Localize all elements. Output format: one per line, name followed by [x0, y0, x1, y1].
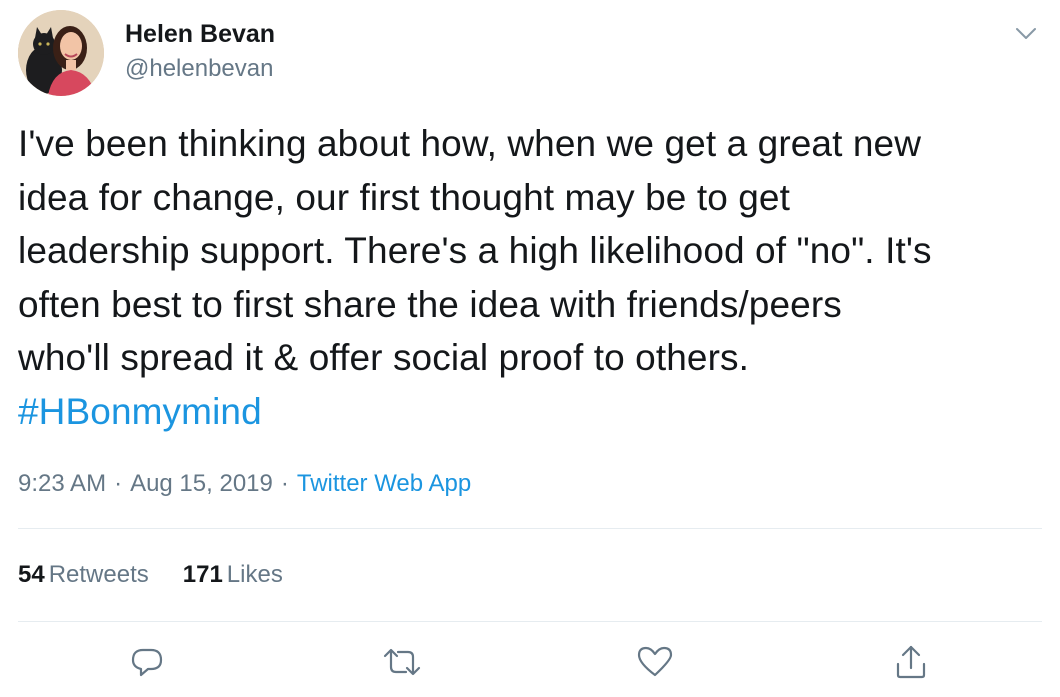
author-display-name[interactable]: Helen Bevan [125, 20, 275, 49]
like-button[interactable] [633, 640, 677, 684]
like-heart-icon [637, 646, 673, 677]
meta-separator: · [280, 470, 289, 497]
share-icon [896, 645, 926, 679]
likes-label: Likes [226, 561, 283, 588]
tweet-text-line: often best to first share the idea with … [18, 283, 842, 325]
divider [18, 528, 1042, 529]
hashtag-link[interactable]: #HBonmymind [18, 391, 262, 432]
retweets-stat[interactable]: 54 Retweets [18, 561, 149, 589]
tweet-time[interactable]: 9:23 AM [18, 470, 106, 497]
tweet-actions [0, 640, 1060, 690]
tweet-meta: 9:23 AM · Aug 15, 2019 · Twitter Web App [18, 470, 471, 498]
likes-stat[interactable]: 171 Likes [183, 561, 283, 589]
retweet-icon [383, 648, 421, 676]
retweets-label: Retweets [48, 561, 149, 588]
chevron-down-icon[interactable] [1011, 18, 1041, 48]
profile-photo-avatar [18, 10, 104, 96]
tweet-source-link[interactable]: Twitter Web App [297, 470, 471, 497]
avatar[interactable] [18, 10, 104, 96]
reply-button[interactable] [125, 640, 169, 684]
tweet-date[interactable]: Aug 15, 2019 [130, 470, 273, 497]
meta-separator: · [114, 470, 123, 497]
share-button[interactable] [889, 640, 933, 684]
retweet-button[interactable] [380, 640, 424, 684]
tweet-header: Helen Bevan @helenbevan [0, 0, 1060, 110]
author-handle[interactable]: @helenbevan [125, 55, 273, 83]
tweet-text: I've been thinking about how, when we ge… [18, 117, 1048, 438]
likes-count: 171 [182, 561, 223, 588]
retweets-count: 54 [18, 561, 45, 588]
tweet-text-line: idea for change, our first thought may b… [18, 176, 790, 218]
tweet-stats: 54 Retweets 171 Likes [18, 561, 317, 589]
tweet-text-line: I've been thinking about how, when we ge… [18, 123, 922, 164]
tweet-text-line: who'll spread it & offer social proof to… [18, 337, 749, 378]
reply-icon [131, 648, 163, 677]
divider [18, 621, 1042, 622]
tweet-text-line: leadership support. There's a high likel… [18, 230, 932, 271]
